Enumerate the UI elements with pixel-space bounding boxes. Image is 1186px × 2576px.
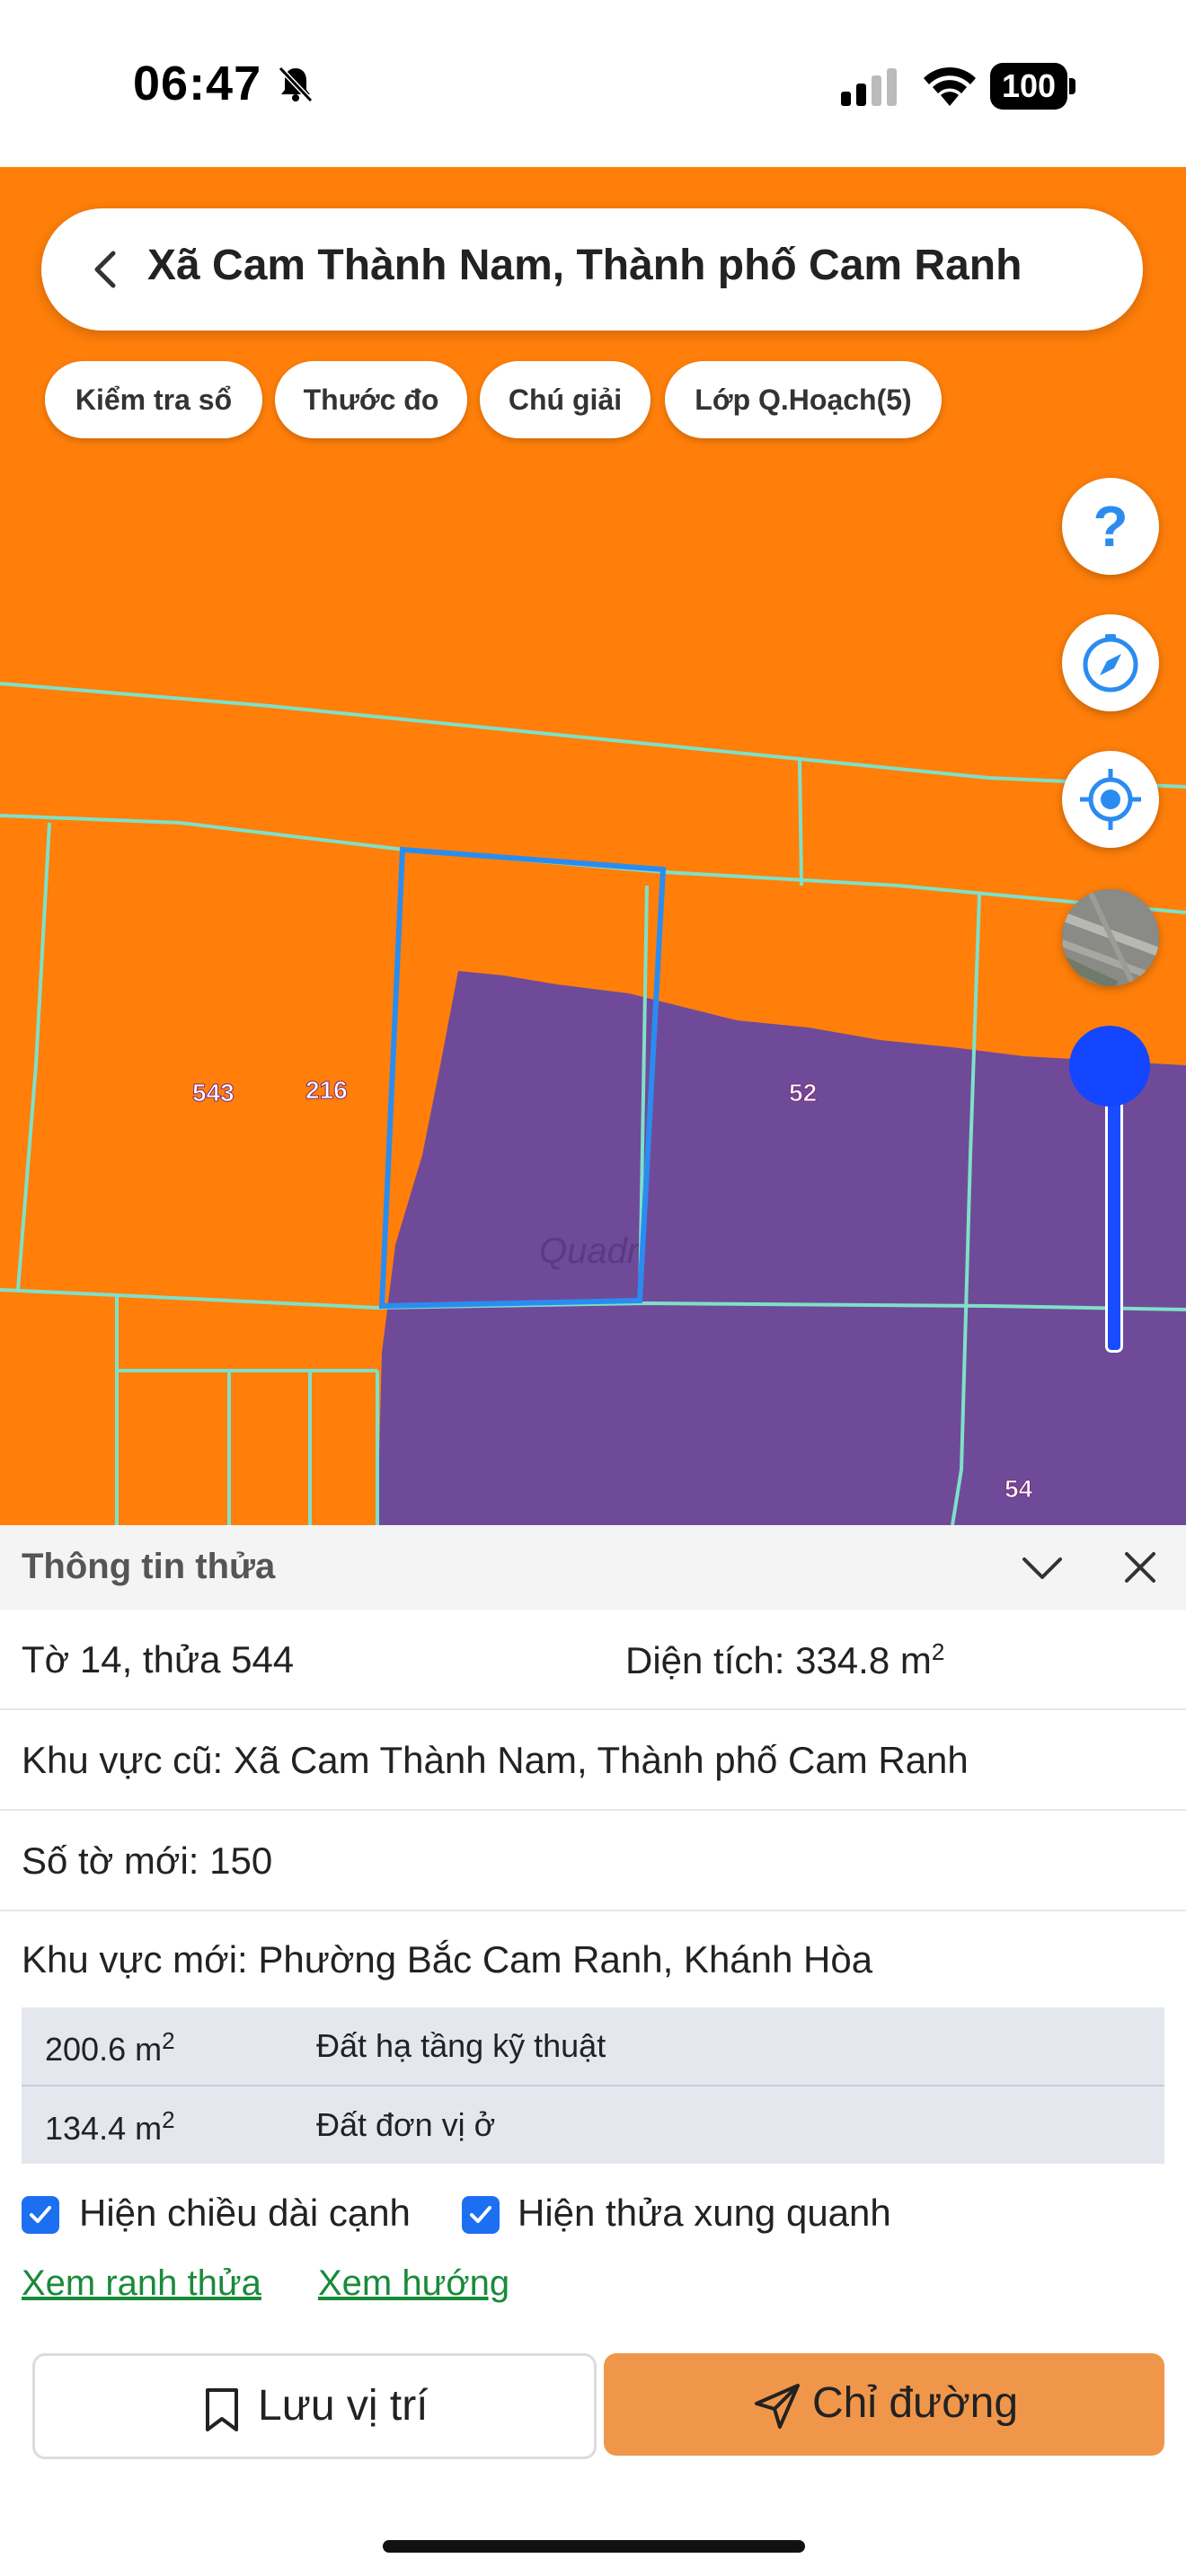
- new-area-row: Khu vực mới: Phường Bắc Cam Ranh, Khánh …: [0, 1910, 1186, 2008]
- svg-text:?: ?: [1093, 494, 1128, 559]
- help-icon: ?: [1093, 494, 1128, 559]
- status-time: 06:47: [133, 57, 262, 110]
- compass-button[interactable]: [1062, 614, 1159, 711]
- zoom-slider-track[interactable]: [1105, 1096, 1123, 1353]
- directions-button[interactable]: Chỉ đường: [604, 2353, 1164, 2456]
- view-boundary-link[interactable]: Xem ranh thửa: [22, 2263, 261, 2304]
- new-sheet-text: Số tờ mới: 150: [22, 1839, 273, 1882]
- land-use-area: 134.4 m2: [45, 2106, 175, 2147]
- plot-label: 543: [192, 1079, 235, 1107]
- bookmark-icon: [206, 2388, 238, 2431]
- show-edge-length-label[interactable]: Hiện chiều dài cạnh: [79, 2192, 411, 2235]
- locate-icon: [1080, 769, 1141, 830]
- land-use-area: 200.6 m2: [45, 2027, 175, 2068]
- new-sheet-row: Số tờ mới: 150: [0, 1811, 1186, 1911]
- plot-area: Diện tích: 334.8 m2: [625, 1638, 945, 1681]
- land-use-table: 200.6 m2 Đất hạ tầng kỹ thuật 134.4 m2 Đ…: [22, 2007, 1164, 2164]
- check-title-chip[interactable]: Kiểm tra sổ: [45, 361, 262, 438]
- back-arrow-icon[interactable]: [81, 244, 131, 295]
- zoom-slider-handle[interactable]: [1069, 1026, 1150, 1107]
- measure-chip[interactable]: Thước đo: [275, 361, 467, 438]
- plot-info-panel: Thông tin thửa Tờ 14, thửa 544 Diện tích…: [0, 1525, 1186, 2576]
- plot-label: 54: [1004, 1475, 1033, 1504]
- satellite-layer-icon: [1062, 889, 1159, 986]
- panel-title: Thông tin thửa: [22, 1547, 276, 1586]
- plot-label: 216: [305, 1076, 349, 1105]
- view-direction-link[interactable]: Xem hướng: [318, 2263, 509, 2304]
- old-area-text: Khu vực cũ: Xã Cam Thành Nam, Thành phố …: [22, 1739, 969, 1781]
- land-use-type: Đất đơn vị ở: [316, 2106, 496, 2143]
- home-indicator[interactable]: [383, 2540, 805, 2553]
- checkmark-icon: [470, 2206, 491, 2223]
- chevron-down-icon[interactable]: [1019, 1548, 1066, 1588]
- show-neighbors-label[interactable]: Hiện thửa xung quanh: [518, 2192, 891, 2235]
- save-location-button[interactable]: Lưu vị trí: [32, 2353, 597, 2459]
- new-area-text: Khu vực mới: Phường Bắc Cam Ranh, Khánh …: [22, 1938, 873, 1981]
- help-button[interactable]: ?: [1062, 478, 1159, 575]
- show-edge-length-checkbox[interactable]: [22, 2196, 59, 2234]
- status-bar: 06:47 100: [0, 0, 1186, 167]
- battery-level: 100: [990, 63, 1067, 110]
- sheet-plot-row: Tờ 14, thửa 544 Diện tích: 334.8 m2: [0, 1610, 1186, 1710]
- directions-label: Chỉ đường: [812, 2379, 1019, 2427]
- bell-off-icon: [278, 66, 314, 103]
- checkmark-icon: [30, 2206, 51, 2223]
- old-area-row: Khu vực cũ: Xã Cam Thành Nam, Thành phố …: [0, 1710, 1186, 1811]
- location-search-bar[interactable]: Xã Cam Thành Nam, Thành phố Cam Ranh: [41, 208, 1143, 331]
- satellite-layer-button[interactable]: [1062, 889, 1159, 986]
- send-arrow-icon: [755, 2384, 800, 2429]
- compass-icon: [1083, 634, 1138, 693]
- table-row: 200.6 m2 Đất hạ tầng kỹ thuật: [22, 2007, 1164, 2085]
- my-location-button[interactable]: [1062, 751, 1159, 848]
- planning-layer-chip[interactable]: Lớp Q.Hoạch(5): [665, 361, 942, 438]
- location-title: Xã Cam Thành Nam, Thành phố Cam Ranh: [147, 242, 1022, 289]
- table-row: 134.4 m2 Đất đơn vị ở: [22, 2085, 1164, 2164]
- battery-indicator: 100: [990, 63, 1076, 110]
- land-use-type: Đất hạ tầng kỹ thuật: [316, 2027, 606, 2064]
- svg-text:Quadr: Quadr: [539, 1231, 641, 1271]
- sheet-plot-number: Tờ 14, thửa 544: [22, 1638, 295, 1681]
- legend-chip[interactable]: Chú giải: [480, 361, 651, 438]
- cellular-signal-icon: [841, 68, 897, 106]
- panel-header: Thông tin thửa: [0, 1525, 1186, 1610]
- wifi-icon: [924, 66, 976, 106]
- close-icon[interactable]: [1118, 1545, 1163, 1590]
- plot-label: 52: [788, 1079, 818, 1107]
- save-location-label: Lưu vị trí: [258, 2382, 429, 2430]
- show-neighbors-checkbox[interactable]: [462, 2196, 500, 2234]
